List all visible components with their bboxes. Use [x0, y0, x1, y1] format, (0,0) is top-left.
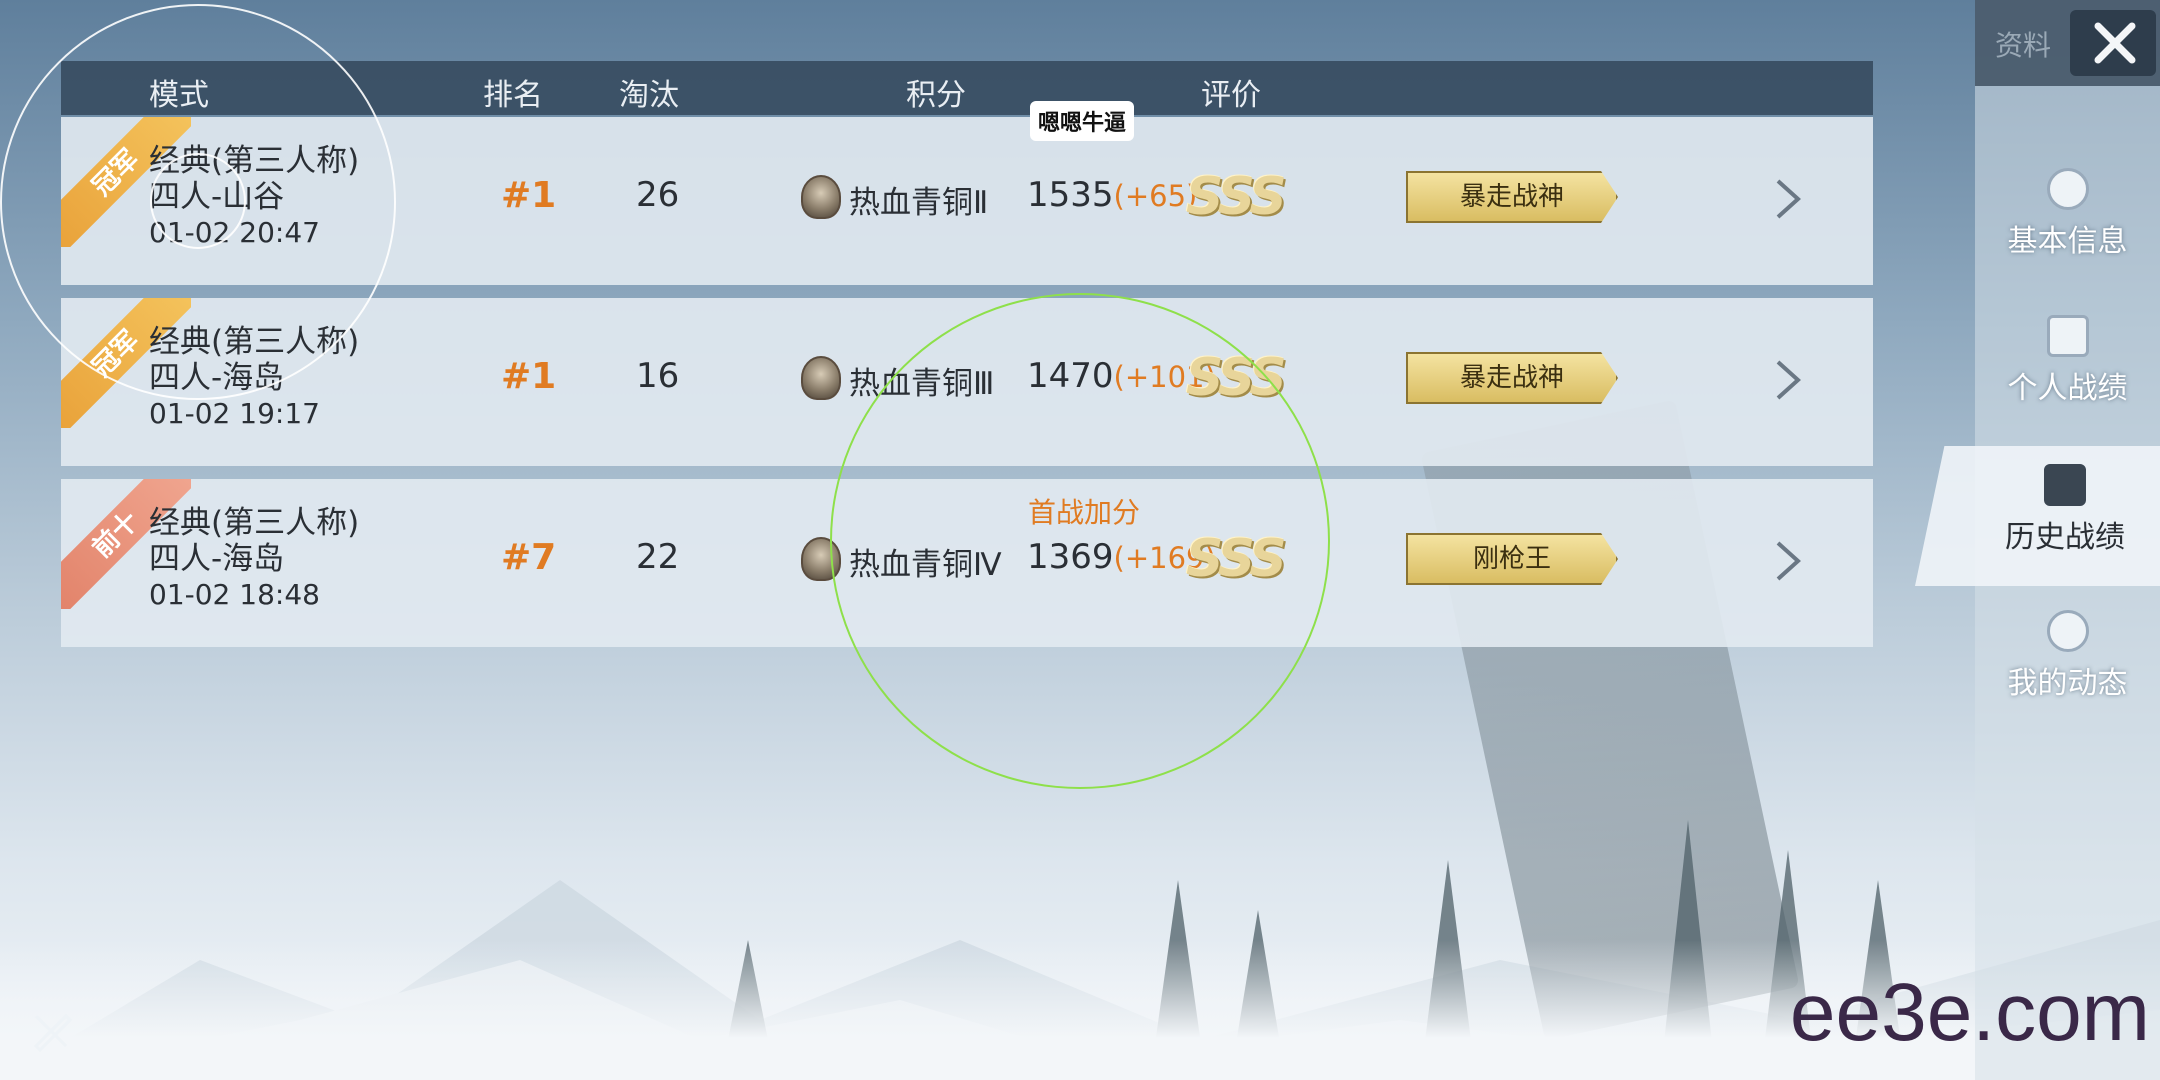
mode-name: 经典(第三人称) [149, 505, 360, 541]
bronze-tier-icon [801, 175, 841, 219]
watermark: ee3e.com [1789, 967, 2150, 1058]
sidebar-title: 资料 [1995, 29, 2052, 62]
title-badge[interactable]: 暴走战神 [1406, 171, 1618, 223]
tier-name: 热血青铜Ⅱ [849, 185, 989, 221]
score-delta: (+65) [1113, 179, 1198, 213]
score-value: 1535(+65) [1027, 175, 1197, 215]
header-rating: 评价 [1201, 78, 1261, 113]
sidebar-item-label: 个人战绩 [2007, 371, 2128, 406]
kills-value: 26 [636, 175, 680, 215]
chevron-right-icon[interactable] [1774, 358, 1802, 402]
map-name: 四人-海岛 [149, 541, 285, 577]
rank-value: #1 [501, 175, 557, 216]
kills-value: 22 [636, 537, 680, 577]
rank-value: #7 [501, 537, 557, 578]
history-icon [2044, 464, 2086, 506]
annotation-circle [150, 153, 246, 249]
kills-value: 16 [636, 356, 680, 396]
sidebar-header: 资料 [1975, 0, 2160, 86]
sidebar-item-label: 历史战绩 [2005, 520, 2125, 555]
mode-info: 经典(第三人称) 四人-海岛 01-02 18:48 [149, 505, 359, 613]
header-kills: 淘汰 [619, 78, 679, 113]
header-rank: 排名 [483, 78, 543, 113]
activity-icon [2046, 610, 2089, 652]
sidebar: 资料 基本信息 个人战绩 历史战绩 我的动态 [1915, 0, 2160, 1080]
sidebar-item-label: 基本信息 [2007, 224, 2128, 259]
sidebar-item-personal-stats[interactable]: 个人战绩 [1975, 315, 2160, 455]
chevron-right-icon[interactable] [1774, 177, 1802, 221]
profile-icon [2046, 168, 2089, 210]
bronze-tier-icon [801, 356, 841, 400]
title-badge[interactable]: 刚枪王 [1406, 533, 1618, 585]
rank-value: #1 [501, 356, 557, 397]
match-time: 01-02 18:48 [149, 578, 320, 611]
sidebar-item-basic-info[interactable]: 基本信息 [1975, 168, 2160, 308]
stats-icon [2046, 315, 2089, 357]
close-icon [2094, 22, 2136, 64]
header-score: 积分 [906, 78, 966, 113]
chevron-right-icon[interactable] [1774, 539, 1802, 583]
annotation-circle [830, 293, 1330, 789]
grade-sss: SSS [1186, 167, 1287, 227]
tooltip: 嗯嗯牛逼 [1030, 101, 1135, 141]
sidebar-item-history[interactable]: 历史战绩 [1915, 446, 2160, 586]
title-badge[interactable]: 暴走战神 [1406, 352, 1618, 404]
close-button[interactable] [2070, 10, 2156, 76]
sidebar-item-my-activity[interactable]: 我的动态 [1975, 610, 2160, 750]
score-number: 1535 [1027, 175, 1114, 215]
match-time: 01-02 19:17 [149, 397, 320, 430]
edit-tools-icon[interactable] [30, 1006, 76, 1052]
sidebar-item-label: 我的动态 [2007, 666, 2128, 701]
